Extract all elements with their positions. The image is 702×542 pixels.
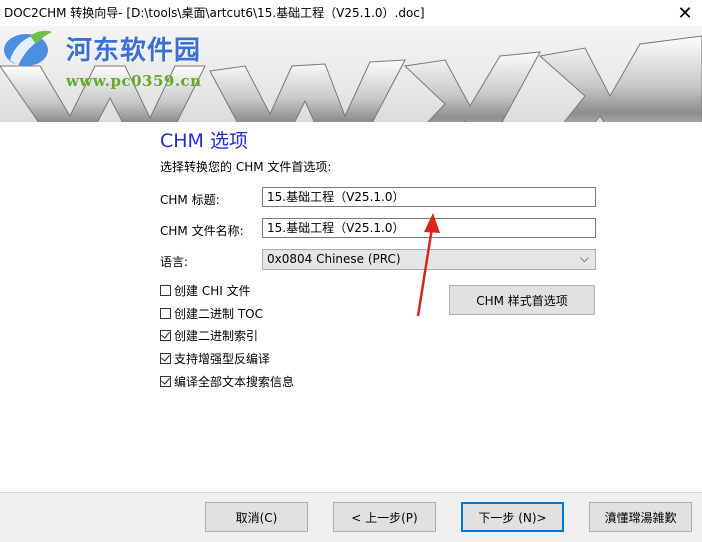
chm-filename-input[interactable]: 15.基础工程（V25.1.0） <box>262 218 596 238</box>
cancel-button[interactable]: 取消(C) <box>205 502 308 532</box>
close-button[interactable]: ✕ <box>668 0 702 26</box>
next-button[interactable]: 下一步 (N)> <box>461 502 564 532</box>
watermark-logo-icon <box>4 30 52 66</box>
checkbox-checked[interactable] <box>160 374 171 387</box>
finish-button[interactable]: 濆懂瑺湯雑歎 <box>589 502 692 532</box>
check-icon <box>161 374 170 385</box>
watermark-site-name: 河东软件园 <box>66 36 202 66</box>
checkbox[interactable] <box>160 307 171 319</box>
option-label: 创建二进制索引 <box>174 328 259 343</box>
checkbox-checked[interactable] <box>160 328 171 341</box>
option-label: 编译全部文本搜索信息 <box>174 374 295 389</box>
language-selected-value: 0x0804 Chinese (PRC) <box>267 252 401 266</box>
watermark-url: www.pc0359.cn <box>66 72 202 90</box>
close-icon: ✕ <box>677 2 693 24</box>
wizard-banner: 河东软件园 www.pc0359.cn <box>0 26 702 122</box>
option-binary-toc[interactable]: 创建二进制 TOC <box>160 305 263 321</box>
chm-title-label: CHM 标题: <box>160 193 220 207</box>
option-label: 创建二进制 TOC <box>174 306 263 321</box>
option-create-chi[interactable]: 创建 CHI 文件 <box>160 282 251 298</box>
window-title: DOC2CHM 转换向导- [D:\tools\桌面\artcut6\15.基础… <box>4 6 425 20</box>
language-label: 语言: <box>160 255 189 269</box>
option-label: 支持增强型反编译 <box>174 351 271 366</box>
option-fulltext-search[interactable]: 编译全部文本搜索信息 <box>160 373 294 389</box>
checkbox[interactable] <box>160 284 171 296</box>
language-select[interactable]: 0x0804 Chinese (PRC) ⌵ <box>262 249 596 270</box>
page-title: CHM 选项 <box>160 130 248 152</box>
checkbox-checked[interactable] <box>160 351 171 364</box>
check-icon <box>161 351 170 362</box>
page-subtitle: 选择转换您的 CHM 文件首选项: <box>160 160 332 174</box>
option-binary-index[interactable]: 创建二进制索引 <box>160 327 258 343</box>
check-icon <box>161 328 170 339</box>
chm-filename-label: CHM 文件名称: <box>160 224 244 238</box>
option-enhanced-decompile[interactable]: 支持增强型反编译 <box>160 350 270 366</box>
back-button[interactable]: < 上一步(P) <box>333 502 436 532</box>
chevron-down-icon: ⌵ <box>579 251 589 265</box>
option-label: 创建 CHI 文件 <box>174 283 251 298</box>
chm-title-input[interactable]: 15.基础工程（V25.1.0） <box>262 187 596 207</box>
title-bar: DOC2CHM 转换向导- [D:\tools\桌面\artcut6\15.基础… <box>0 0 702 26</box>
watermark: 河东软件园 www.pc0359.cn <box>0 26 230 106</box>
chm-style-preferences-button[interactable]: CHM 样式首选项 <box>449 285 595 315</box>
